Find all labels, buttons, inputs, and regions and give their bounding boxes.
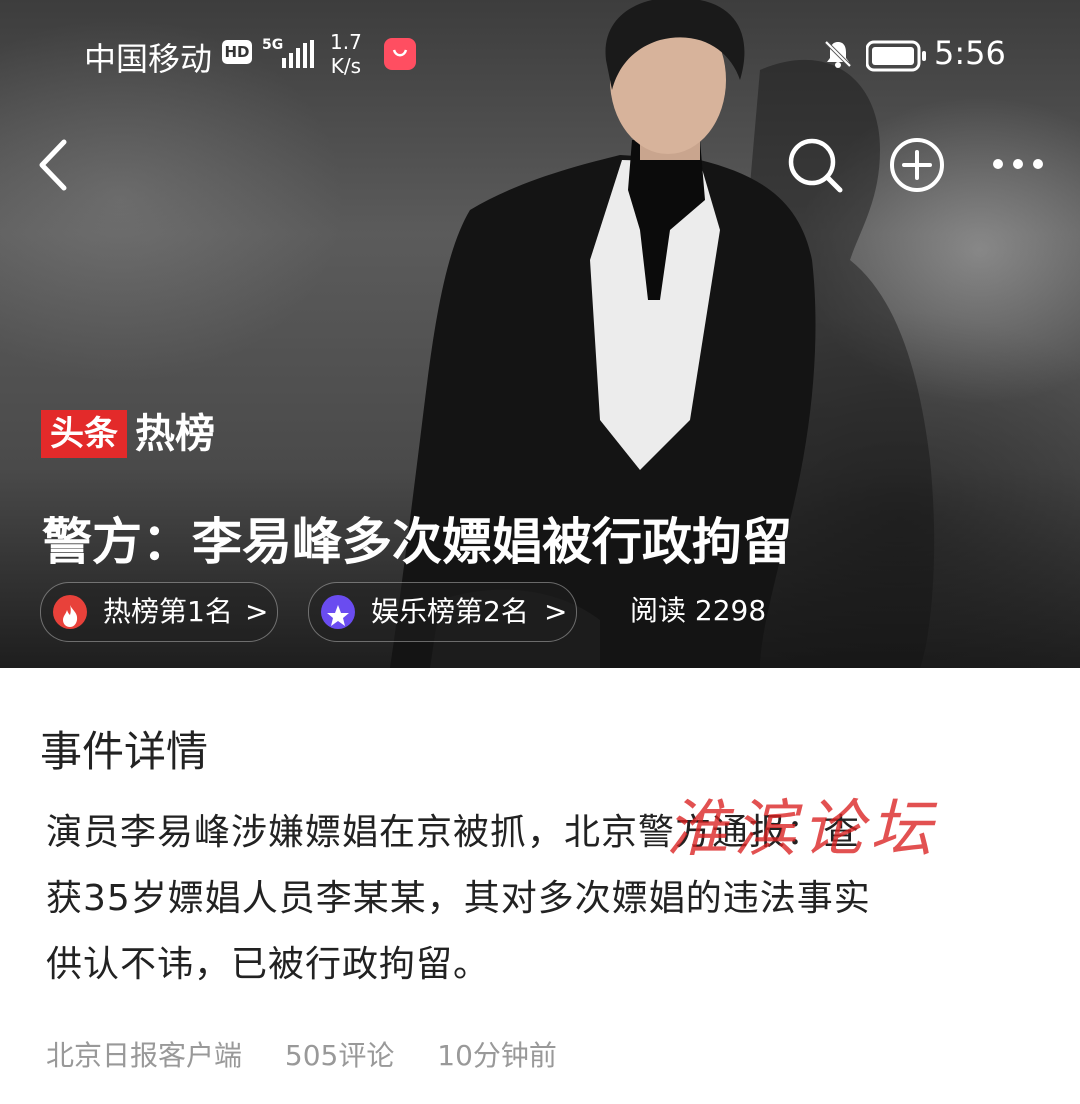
status-bar: 中国移动 HD 5G 1.7 K/s 5:56 — [0, 0, 1080, 110]
star-icon — [321, 595, 355, 629]
search-icon[interactable] — [786, 136, 844, 194]
hot-rank-badge[interactable]: 热榜第1名 > — [40, 582, 278, 642]
source-name[interactable]: 北京日报客户端 — [46, 1039, 242, 1072]
brand-white-label: 热榜 — [135, 411, 215, 457]
network-speed-unit: K/s — [330, 54, 362, 78]
read-count: 阅读 2298 — [630, 594, 767, 627]
network-speed-value: 1.7 — [330, 30, 362, 54]
shopping-bag-icon — [384, 38, 416, 70]
chevron-right-icon: > — [544, 595, 568, 628]
comment-count[interactable]: 505评论 — [285, 1039, 394, 1072]
publish-time: 10分钟前 — [437, 1039, 557, 1072]
article-meta: 北京日报客户端 505评论 10分钟前 — [46, 1034, 591, 1074]
back-arrow-icon[interactable] — [36, 138, 70, 192]
hd-icon: HD — [222, 40, 252, 64]
entertainment-rank-badge[interactable]: 娱乐榜第2名 > — [308, 582, 577, 642]
section-title: 事件详情 — [40, 727, 209, 776]
hot-rank-label: 热榜第1名 — [103, 595, 233, 628]
summary-line: 获35岁嫖娼人员李某某，其对多次嫖娼的违法事实 — [46, 878, 871, 919]
fire-icon — [53, 595, 87, 629]
chevron-right-icon: > — [245, 595, 269, 628]
headline: 警方：李易峰多次嫖娼被行政拘留 — [42, 513, 792, 571]
entertainment-rank-label: 娱乐榜第2名 — [371, 595, 529, 628]
signal-bars-icon — [282, 40, 314, 68]
hero-banner: 中国移动 HD 5G 1.7 K/s 5:56 头条 热榜 警方：李易峰多次嫖娼… — [0, 0, 1080, 668]
summary-line: 供认不讳，已被行政拘留。 — [46, 944, 491, 985]
more-icon[interactable] — [990, 156, 1046, 172]
event-details-section: 事件详情 演员李易峰涉嫌嫖娼在京被抓，北京警方通报：查 获35岁嫖娼人员李某某，… — [0, 668, 1080, 1104]
brand-red-label: 头条 — [41, 410, 127, 458]
add-circle-icon[interactable] — [888, 136, 946, 194]
battery-icon — [866, 40, 926, 72]
bell-muted-icon — [824, 40, 852, 68]
watermark: 淮滨论坛 — [666, 792, 939, 865]
clock: 5:56 — [934, 34, 1006, 72]
network-type-icon: 5G — [262, 37, 284, 53]
carrier-name: 中国移动 — [84, 40, 213, 78]
network-speed: 1.7 K/s — [330, 30, 362, 78]
